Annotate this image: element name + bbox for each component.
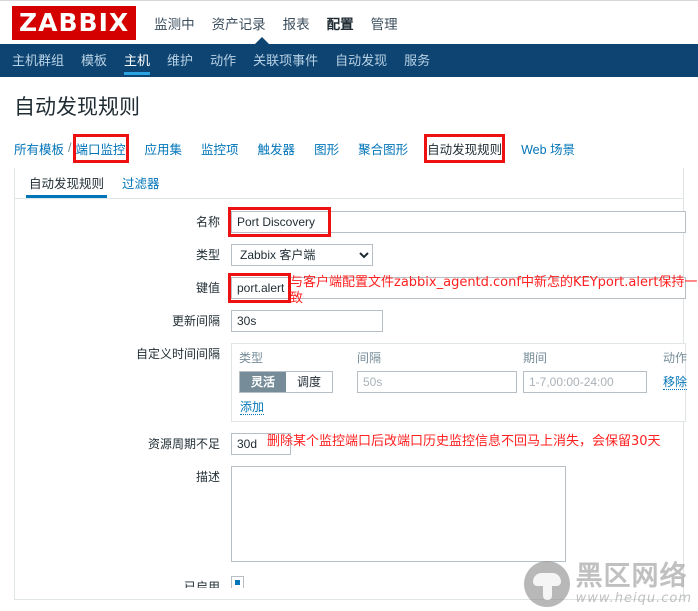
object-tab-screens[interactable]: 聚合图形 bbox=[358, 137, 408, 160]
label-custom-intervals: 自定义时间间隔 bbox=[135, 347, 220, 361]
control-type: Zabbix 客户端 bbox=[231, 244, 683, 266]
col-header-type: 类型 bbox=[239, 351, 264, 365]
period-value-cell bbox=[523, 371, 653, 393]
label-enabled: 已启用 bbox=[183, 580, 220, 588]
control-name bbox=[228, 207, 686, 237]
top-menu-item-configuration[interactable]: 配置 bbox=[327, 13, 354, 33]
control-description bbox=[231, 466, 683, 565]
breadcrumb-all-templates[interactable]: 所有模板 bbox=[14, 137, 64, 160]
object-tab-graphs[interactable]: 图形 bbox=[314, 137, 339, 160]
toggle-group: 灵活 调度 bbox=[239, 371, 334, 393]
object-tab-items[interactable]: 监控项 bbox=[201, 137, 239, 160]
toggle-scheduling[interactable]: 调度 bbox=[286, 372, 333, 392]
page-body: 自动发现规则 所有模板 / 端口监控 应用集 监控项 触发器 图形 聚合图形 自… bbox=[0, 91, 698, 600]
remove-interval-link[interactable]: 移除 bbox=[662, 375, 687, 390]
toggle-flexible[interactable]: 灵活 bbox=[240, 372, 287, 392]
nav-item-discovery[interactable]: 自动发现 bbox=[335, 44, 387, 77]
interval-value-cell bbox=[357, 371, 523, 393]
form-row-key: 键值 与客户端配置文件zabbix_agentd.conf中新怎的KEYport… bbox=[15, 273, 697, 306]
form-row-custom-intervals: 自定义时间间隔 类型 间隔 期间 动作 灵活 调度 50s 1-7,00:00-… bbox=[15, 343, 687, 422]
top-menu: 监测中 资产记录 报表 配置 管理 bbox=[154, 13, 398, 33]
interval-input[interactable] bbox=[357, 371, 517, 393]
label-update-interval: 更新间隔 bbox=[171, 314, 220, 328]
col-header-interval: 间隔 bbox=[357, 351, 382, 365]
form-row-history-storage: 资源周期不足 删除某个监控端口后改端口历史监控信息不回马上消失，会保留30天 bbox=[15, 433, 683, 455]
form-row-enabled: 已启用 bbox=[15, 576, 683, 588]
object-tab-triggers[interactable]: 触发器 bbox=[258, 137, 296, 160]
form-row-name: 名称 bbox=[15, 207, 686, 237]
sub-tab-filters[interactable]: 过滤器 bbox=[122, 173, 160, 198]
discovery-rule-form: 名称 类型 Zabbix 客户端 键值 bbox=[15, 199, 697, 588]
label-type: 类型 bbox=[195, 248, 220, 262]
col-header-period: 期间 bbox=[523, 351, 548, 365]
update-interval-input[interactable] bbox=[231, 310, 383, 332]
period-input[interactable] bbox=[523, 371, 647, 393]
breadcrumb-host-port-monitor[interactable]: 端口监控 bbox=[72, 133, 129, 163]
top-menu-item-administration[interactable]: 管理 bbox=[371, 13, 398, 33]
custom-intervals-header: 类型 间隔 期间 动作 bbox=[239, 349, 687, 371]
control-key: 与客户端配置文件zabbix_agentd.conf中新怎的KEYport.al… bbox=[228, 273, 697, 306]
top-header: ZABBIX 监测中 资产记录 报表 配置 管理 bbox=[0, 0, 698, 44]
row-action-cell: 移除 bbox=[653, 375, 687, 390]
top-menu-item-monitoring[interactable]: 监测中 bbox=[154, 13, 195, 33]
page-title: 自动发现规则 bbox=[14, 96, 140, 119]
form-row-update-interval: 更新间隔 bbox=[15, 310, 683, 332]
nav-item-correlation[interactable]: 关联项事件 bbox=[253, 44, 318, 77]
top-menu-item-inventory[interactable]: 资产记录 bbox=[212, 13, 266, 33]
nav-item-hosts[interactable]: 主机 bbox=[124, 44, 151, 77]
description-textarea[interactable] bbox=[231, 466, 566, 562]
secondary-nav: 主机群组 模板 主机 维护 动作 关联项事件 自动发现 服务 bbox=[0, 37, 698, 77]
col-header-action: 动作 bbox=[662, 351, 687, 365]
add-interval-link[interactable]: 添加 bbox=[240, 400, 265, 415]
history-storage-input[interactable] bbox=[231, 433, 291, 455]
label-history-storage: 资源周期不足 bbox=[147, 437, 220, 451]
label-description: 描述 bbox=[195, 470, 220, 484]
type-select[interactable]: Zabbix 客户端 bbox=[231, 244, 373, 266]
control-custom-intervals: 类型 间隔 期间 动作 灵活 调度 50s 1-7,00:00-24:00 移除… bbox=[231, 343, 687, 422]
control-update-interval bbox=[231, 310, 683, 332]
zabbix-logo[interactable]: ZABBIX bbox=[12, 5, 137, 40]
annotation-history-note: 删除某个监控端口后改端口历史监控信息不回马上消失，会保留30天 bbox=[267, 434, 661, 449]
breadcrumb-separator: / bbox=[68, 141, 72, 155]
object-tab-discovery-rules[interactable]: 自动发现规则 bbox=[424, 133, 506, 163]
object-tabs: 所有模板 / 端口监控 应用集 监控项 触发器 图形 聚合图形 自动发现规则 W… bbox=[14, 133, 684, 163]
form-sub-tabs: 自动发现规则 过滤器 bbox=[15, 168, 683, 199]
form-row-type: 类型 Zabbix 客户端 bbox=[15, 244, 683, 266]
nav-item-maintenance[interactable]: 维护 bbox=[167, 44, 193, 77]
sub-tab-discovery-rule[interactable]: 自动发现规则 bbox=[25, 173, 108, 198]
enabled-checkbox[interactable] bbox=[231, 576, 244, 588]
label-name: 名称 bbox=[195, 215, 220, 229]
control-enabled bbox=[231, 576, 683, 588]
nav-item-actions[interactable]: 动作 bbox=[210, 44, 236, 77]
top-menu-item-reports[interactable]: 报表 bbox=[283, 13, 310, 33]
custom-interval-row: 灵活 调度 移除 bbox=[239, 371, 687, 393]
nav-item-host-groups[interactable]: 主机群组 bbox=[12, 44, 64, 77]
name-input[interactable] bbox=[231, 211, 686, 233]
nav-item-templates[interactable]: 模板 bbox=[81, 44, 107, 77]
control-history-storage: 删除某个监控端口后改端口历史监控信息不回马上消失，会保留30天 bbox=[231, 433, 683, 455]
interval-type-toggle: 灵活 调度 bbox=[239, 371, 357, 393]
form-row-description: 描述 bbox=[15, 466, 683, 565]
object-tab-applications[interactable]: 应用集 bbox=[145, 137, 183, 160]
nav-item-services[interactable]: 服务 bbox=[404, 44, 430, 77]
label-key: 键值 bbox=[195, 281, 220, 295]
discovery-rule-panel: 自动发现规则 过滤器 名称 类型 Zabbix 客户端 bbox=[14, 168, 697, 600]
custom-intervals-table: 类型 间隔 期间 动作 灵活 调度 50s 1-7,00:00-24:00 移除… bbox=[231, 343, 687, 422]
key-input[interactable] bbox=[231, 277, 686, 299]
object-tab-web-scenarios[interactable]: Web 场景 bbox=[521, 137, 575, 160]
